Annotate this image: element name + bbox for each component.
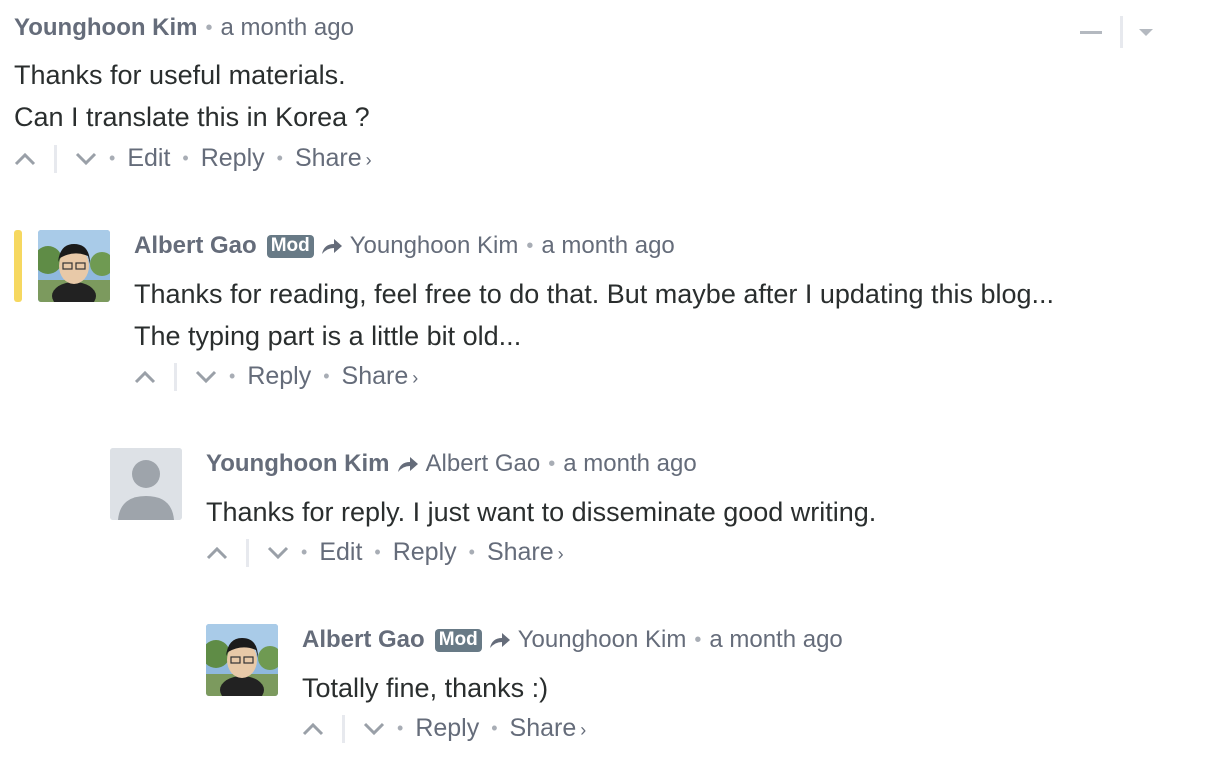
comment-meta: Younghoon Kim • a month ago [14, 14, 354, 42]
upvote-button[interactable] [134, 370, 156, 384]
separator-dot: • [205, 16, 213, 39]
separator-dot: • [109, 148, 116, 168]
separator-dot: • [182, 148, 189, 168]
share-caret-icon: › [557, 544, 564, 564]
chevron-up-icon [302, 722, 324, 735]
share-button[interactable]: Share › [295, 144, 372, 173]
author-name[interactable]: Albert Gao [134, 232, 257, 260]
upvote-button[interactable] [302, 722, 324, 736]
thread-controls [1080, 16, 1153, 48]
timestamp[interactable]: a month ago [541, 232, 674, 260]
comment-actions: • Edit • Reply • Share › [14, 144, 372, 173]
avatar[interactable] [38, 230, 110, 302]
comment-line: Thanks for useful materials. [14, 60, 346, 90]
comment-body: Totally fine, thanks :) [302, 667, 548, 709]
comment-actions: • Reply • Share › [134, 362, 418, 391]
vote-divider [246, 538, 249, 567]
separator-dot: • [229, 366, 236, 386]
share-label: Share [294, 144, 362, 172]
author-name[interactable]: Albert Gao [302, 626, 425, 654]
timestamp[interactable]: a month ago [221, 14, 354, 42]
comment-line: Thanks for reading, feel free to do that… [134, 279, 1055, 309]
comment-meta: Albert Gao Mod Younghoon Kim • a month a… [302, 626, 843, 654]
author-name[interactable]: Younghoon Kim [14, 14, 198, 42]
share-label: Share [486, 538, 554, 566]
reply-button[interactable]: Reply [415, 714, 479, 743]
reply-to-name[interactable]: Younghoon Kim [518, 626, 687, 654]
separator-dot: • [468, 542, 475, 562]
edit-button[interactable]: Edit [127, 144, 170, 173]
share-button[interactable]: Share › [510, 714, 587, 743]
new-comment-highlight [14, 230, 22, 302]
reply-arrow-icon [320, 236, 344, 256]
vote-divider [342, 714, 345, 743]
comment-line: Thanks for reply. I just want to dissemi… [206, 497, 877, 527]
timestamp[interactable]: a month ago [563, 450, 696, 478]
avatar[interactable] [206, 624, 278, 696]
comment-body: Thanks for reply. I just want to dissemi… [206, 491, 876, 533]
downvote-button[interactable] [75, 152, 97, 166]
comment-meta: Younghoon Kim Albert Gao • a month ago [206, 450, 697, 478]
separator-dot: • [301, 542, 308, 562]
reply-button[interactable]: Reply [201, 144, 265, 173]
chevron-up-icon [14, 152, 36, 165]
separator-dot: • [526, 234, 534, 257]
share-caret-icon: › [365, 150, 372, 170]
share-button[interactable]: Share › [342, 362, 419, 391]
separator-dot: • [276, 148, 283, 168]
default-avatar-icon[interactable] [110, 448, 182, 520]
vote-divider [54, 144, 57, 173]
upvote-button[interactable] [206, 546, 228, 560]
downvote-button[interactable] [363, 722, 385, 736]
chevron-down-icon [195, 370, 217, 383]
share-caret-icon: › [412, 368, 419, 388]
separator-dot: • [694, 628, 702, 651]
share-label: Share [341, 362, 409, 390]
timestamp[interactable]: a month ago [709, 626, 842, 654]
comment-actions: • Reply • Share › [302, 714, 586, 743]
share-label: Share [509, 714, 577, 742]
downvote-button[interactable] [195, 370, 217, 384]
reply-arrow-icon [488, 630, 512, 650]
chevron-up-icon [134, 370, 156, 383]
chevron-down-icon [363, 722, 385, 735]
chevron-down-icon [75, 152, 97, 165]
reply-arrow-icon [396, 454, 420, 474]
comment-line: Totally fine, thanks :) [302, 673, 549, 703]
downvote-button[interactable] [267, 546, 289, 560]
comment-body: Thanks for useful materials. Can I trans… [14, 54, 370, 138]
control-divider [1120, 16, 1123, 48]
reply-to-name[interactable]: Albert Gao [426, 450, 541, 478]
separator-dot: • [397, 718, 404, 738]
comment-body: Thanks for reading, feel free to do that… [134, 273, 1054, 357]
chevron-down-icon [267, 546, 289, 559]
separator-dot: • [374, 542, 381, 562]
edit-button[interactable]: Edit [319, 538, 362, 567]
mod-badge: Mod [266, 234, 314, 258]
collapse-icon[interactable] [1080, 30, 1102, 34]
vote-divider [174, 362, 177, 391]
separator-dot: • [491, 718, 498, 738]
share-button[interactable]: Share › [487, 538, 564, 567]
reply-to-name[interactable]: Younghoon Kim [350, 232, 519, 260]
mod-badge: Mod [434, 628, 482, 652]
comment-line: Can I translate this in Korea ? [14, 102, 370, 132]
separator-dot: • [548, 452, 556, 475]
chevron-down-icon[interactable] [1139, 28, 1153, 36]
upvote-button[interactable] [14, 152, 36, 166]
comment-meta: Albert Gao Mod Younghoon Kim • a month a… [134, 232, 675, 260]
share-caret-icon: › [580, 720, 587, 740]
separator-dot: • [323, 366, 330, 386]
comment-actions: • Edit • Reply • Share › [206, 538, 564, 567]
author-name[interactable]: Younghoon Kim [206, 450, 390, 478]
reply-button[interactable]: Reply [393, 538, 457, 567]
comment-line: The typing part is a little bit old... [134, 321, 522, 351]
chevron-up-icon [206, 546, 228, 559]
reply-button[interactable]: Reply [247, 362, 311, 391]
